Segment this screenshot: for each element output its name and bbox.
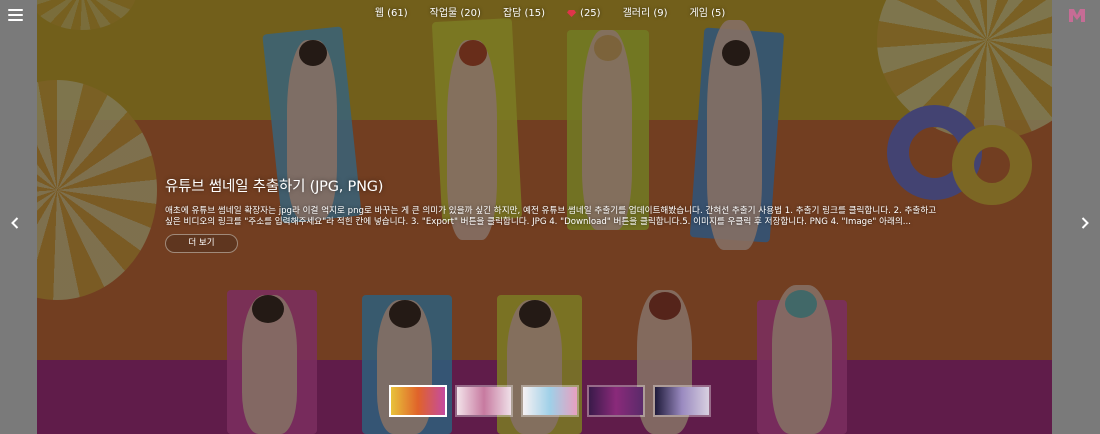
slide-title[interactable]: 유튜브 썸네일 추출하기 (JPG, PNG) xyxy=(165,178,945,196)
nav-item-ruby[interactable]: (25) xyxy=(556,6,612,22)
nav-item-web[interactable]: 웹 (61) xyxy=(364,6,419,22)
nav-item-chat[interactable]: 잡담 (15) xyxy=(492,6,556,22)
chevron-left-icon xyxy=(11,217,19,229)
nav-label: 잡담 (15) xyxy=(502,8,546,19)
top-navigation: 웹 (61) 작업물 (20) 잡담 (15) (25) 갤러리 (9) 게임 … xyxy=(0,6,1100,22)
ruby-gem-icon xyxy=(567,10,577,17)
chevron-right-icon xyxy=(1081,217,1089,229)
slide-thumbnail-3[interactable] xyxy=(521,385,579,417)
slide-thumbnail-1[interactable] xyxy=(389,385,447,417)
prev-slide-button[interactable] xyxy=(8,214,22,232)
nav-label: (25) xyxy=(580,8,601,19)
read-more-button[interactable]: 더 보기 xyxy=(165,234,238,253)
thumbnail-image xyxy=(523,387,577,415)
thumbnail-image xyxy=(655,387,709,415)
next-slide-button[interactable] xyxy=(1078,214,1092,232)
slide-thumbnails xyxy=(389,385,711,417)
nav-item-gallery[interactable]: 갤러리 (9) xyxy=(612,6,679,22)
slide-thumbnail-2[interactable] xyxy=(455,385,513,417)
nav-label: 작업물 (20) xyxy=(429,8,481,19)
slide-thumbnail-5[interactable] xyxy=(653,385,711,417)
nav-label: 갤러리 (9) xyxy=(622,8,668,19)
slide-thumbnail-4[interactable] xyxy=(587,385,645,417)
thumbnail-image xyxy=(457,387,511,415)
slide-excerpt: 애초에 유튜브 썸네일 확장자는 jpg라 이걸 억지로 png로 바꾸는 게 … xyxy=(165,206,937,227)
nav-item-game[interactable]: 게임 (5) xyxy=(679,6,737,22)
thumbnail-image xyxy=(391,387,445,415)
right-gutter xyxy=(1052,0,1100,434)
nav-label: 게임 (5) xyxy=(689,8,726,19)
slide-caption: 유튜브 썸네일 추출하기 (JPG, PNG) 애초에 유튜브 썸네일 확장자는… xyxy=(165,178,945,228)
thumbnail-image xyxy=(589,387,643,415)
slider-stage: 웹 (61) 작업물 (20) 잡담 (15) (25) 갤러리 (9) 게임 … xyxy=(0,0,1100,434)
nav-item-works[interactable]: 작업물 (20) xyxy=(419,6,492,22)
nav-label: 웹 (61) xyxy=(374,8,408,19)
